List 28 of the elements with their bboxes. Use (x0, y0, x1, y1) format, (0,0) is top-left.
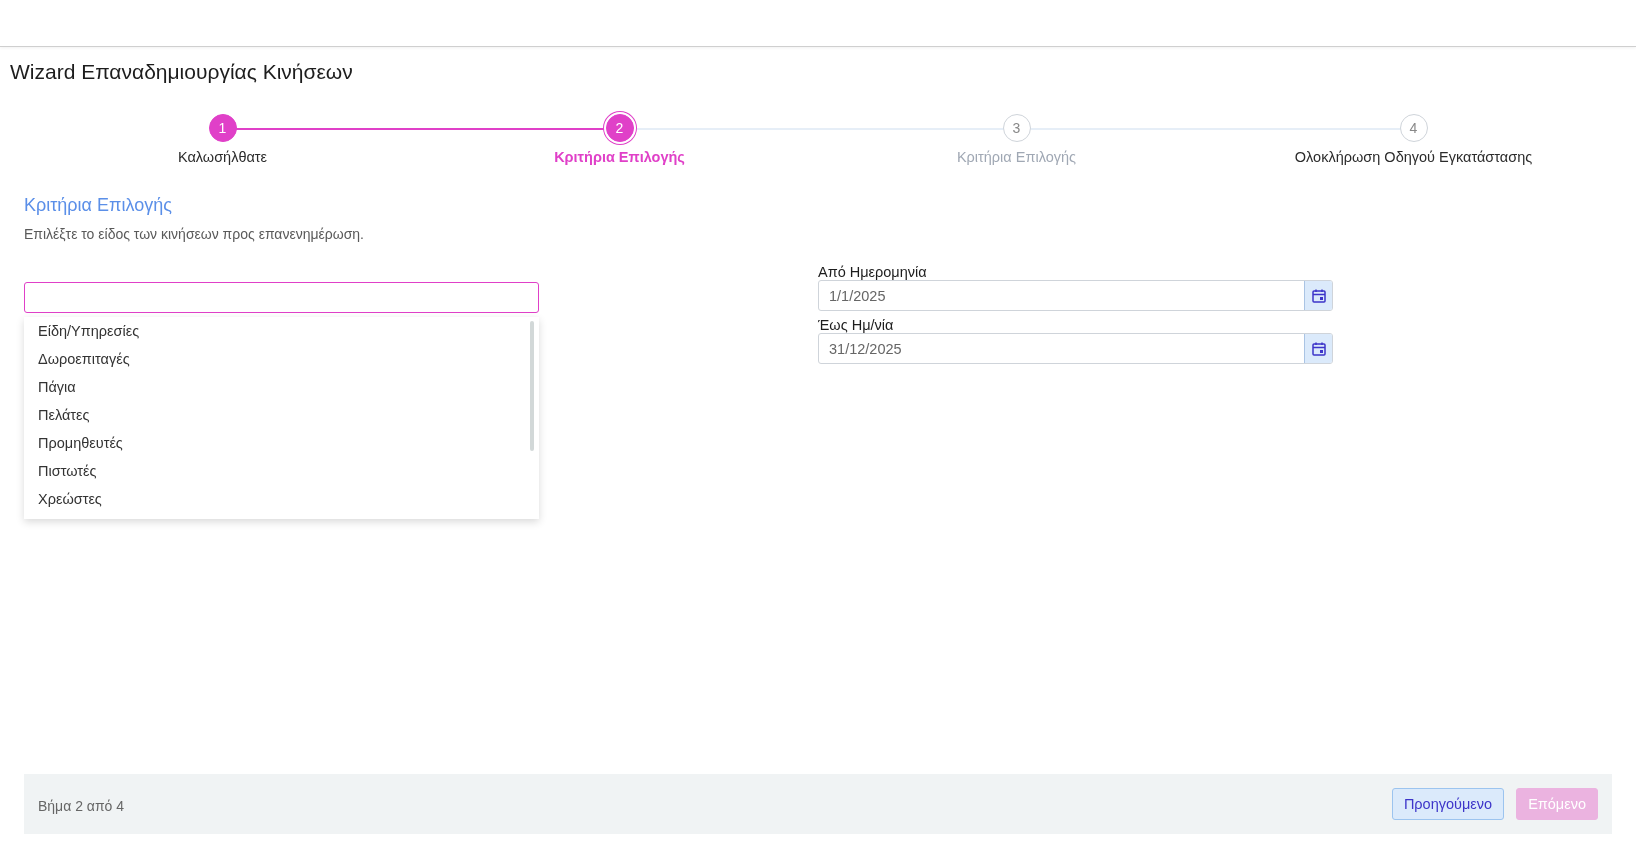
dropdown-option[interactable]: Πιστωτές (24, 459, 539, 487)
dropdown-option[interactable]: Πελάτες (24, 403, 539, 431)
dropdown-option[interactable]: Προμηθευτές (24, 431, 539, 459)
date-field[interactable]: 31/12/2025 (818, 333, 1333, 364)
scrollbar[interactable] (530, 321, 534, 451)
dropdown-option[interactable]: Είδη/Υπηρεσίες (24, 319, 539, 347)
previous-button[interactable]: Προηγούμενο (1391, 788, 1505, 820)
dropdown-option[interactable]: Δωροεπιταγές (24, 347, 539, 375)
step-counter: Βήμα 2 από 4 (38, 798, 125, 814)
type-select-field[interactable] (24, 282, 539, 313)
calendar-icon[interactable] (1304, 334, 1332, 363)
date-label: Έως Ημ/νία (818, 316, 895, 333)
date-label: Από Ημερομηνία (818, 263, 928, 280)
step-circle[interactable]: 3 (1002, 114, 1031, 142)
step-circle[interactable]: 1 (208, 114, 237, 142)
dropdown-option[interactable]: Χρεώστες (24, 487, 539, 515)
section-description: Επιλέξτε το είδος των κινήσεων προς επανενημέρωση. (24, 226, 365, 242)
step-circle[interactable]: 2 (605, 114, 634, 142)
step-label: Καλωσήλθατε (177, 149, 268, 165)
calendar-icon[interactable] (1304, 281, 1332, 310)
step-label: Κριτήρια Επιλογής (554, 149, 685, 165)
step-label: Ολοκλήρωση Οδηγού Εγκατάστασης (1294, 149, 1533, 165)
section-heading: Κριτήρια Επιλογής (24, 195, 173, 216)
dropdown-option[interactable]: Πάγια (24, 375, 539, 403)
date-field[interactable]: 1/1/2025 (818, 280, 1333, 311)
step-circle[interactable]: 4 (1399, 114, 1428, 142)
step-label: Κριτήρια Επιλογής (956, 149, 1077, 165)
page-title: Wizard Επαναδημιουργίας Κινήσεων (10, 60, 354, 85)
